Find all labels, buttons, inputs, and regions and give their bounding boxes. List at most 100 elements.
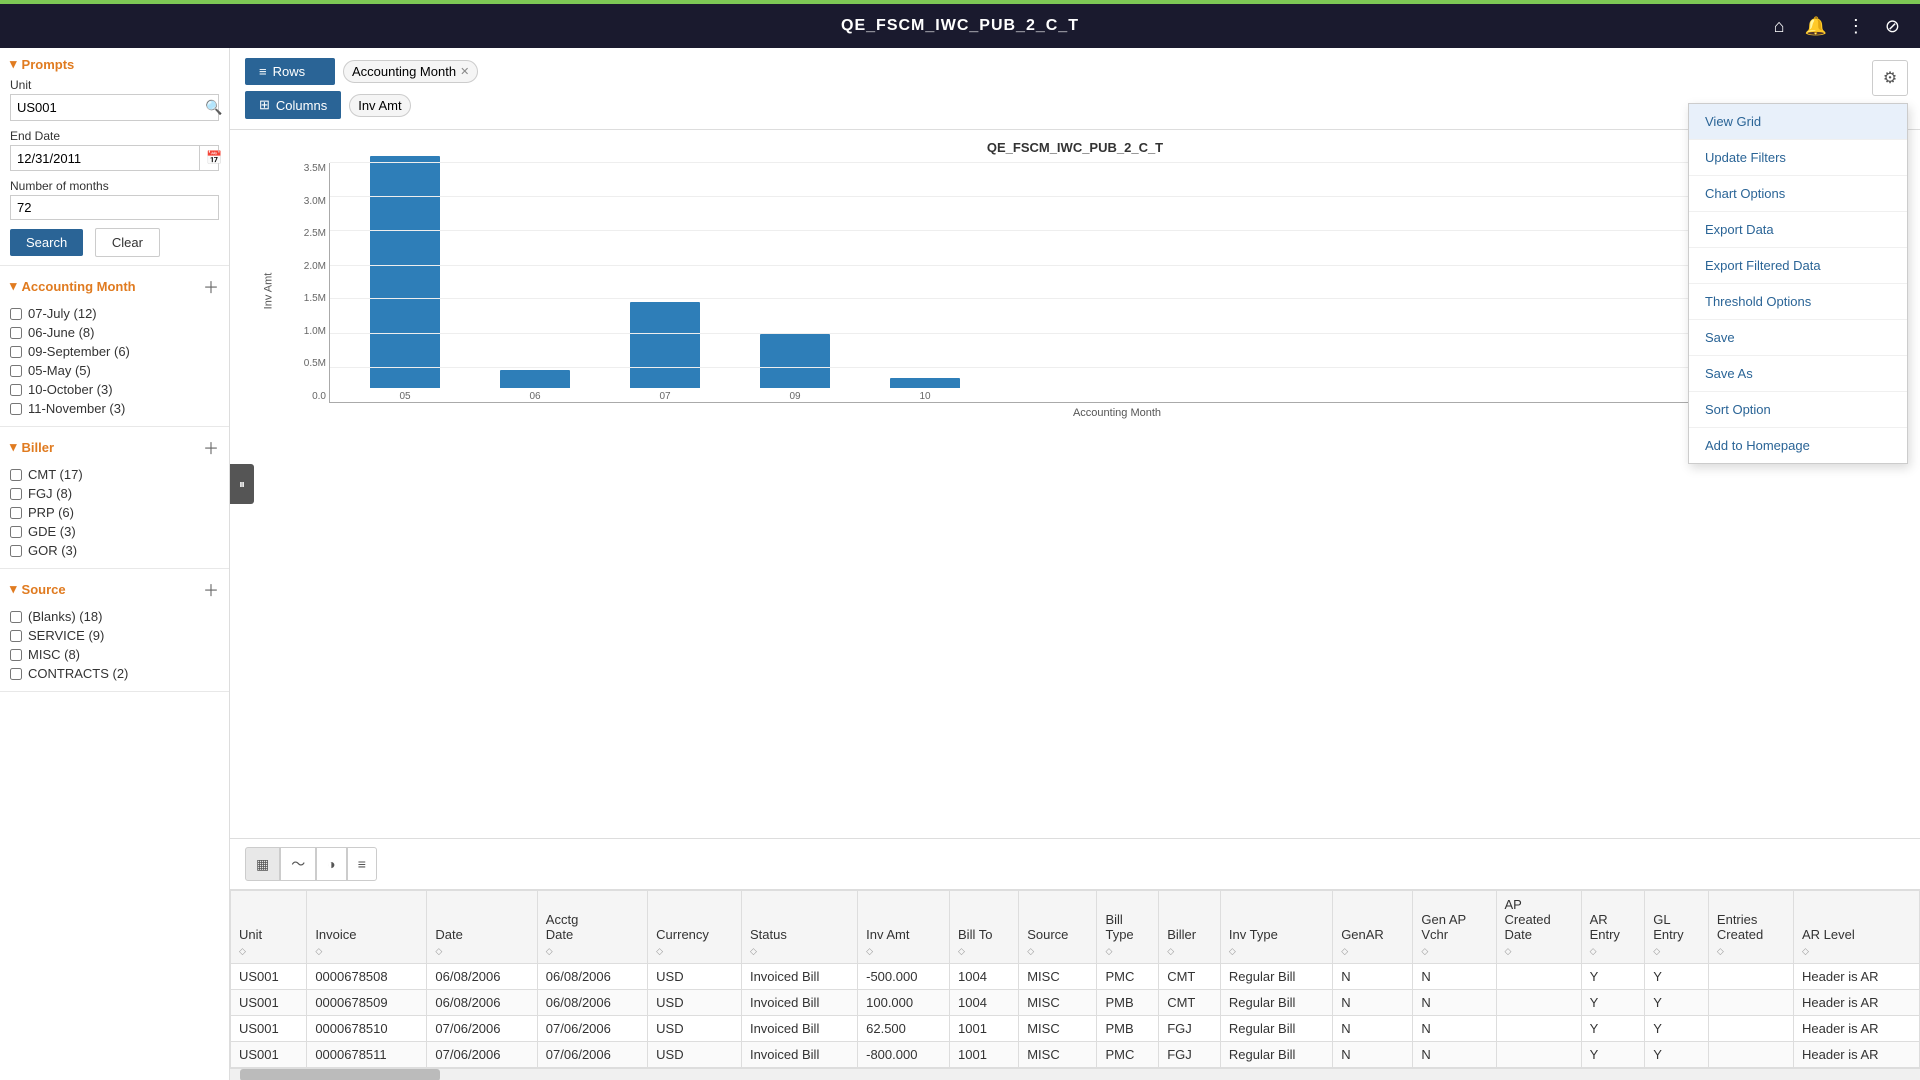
- context-menu-item-save[interactable]: Save: [1689, 320, 1907, 356]
- num-months-input[interactable]: [11, 196, 218, 219]
- bar-group-09: 09: [760, 334, 830, 402]
- accounting-month-checkbox-1[interactable]: [10, 327, 22, 339]
- source-add-icon[interactable]: ＋: [203, 577, 219, 601]
- context-menu-item-sort-option[interactable]: Sort Option: [1689, 392, 1907, 428]
- context-menu-item-update-filters[interactable]: Update Filters: [1689, 140, 1907, 176]
- biller-title[interactable]: ▾ Biller: [10, 439, 54, 455]
- context-menu-item-save-as[interactable]: Save As: [1689, 356, 1907, 392]
- rows-button[interactable]: ≡ Rows: [245, 58, 335, 85]
- source-checkbox-0[interactable]: [10, 611, 22, 623]
- block-icon[interactable]: ⊘: [1885, 16, 1900, 37]
- col-date[interactable]: Date◇: [427, 891, 537, 964]
- col-currency[interactable]: Currency◇: [648, 891, 742, 964]
- context-menu-item-export-filtered-data[interactable]: Export Filtered Data: [1689, 248, 1907, 284]
- bar-10: [890, 378, 960, 388]
- gear-button[interactable]: ⚙: [1872, 60, 1908, 96]
- cell-acctg-date: 07/06/2006: [537, 1016, 647, 1042]
- source-title[interactable]: ▾ Source: [10, 581, 66, 597]
- cell-gl-entry: Y: [1645, 964, 1709, 990]
- biller-checkbox-4[interactable]: [10, 545, 22, 557]
- biller-checkbox-0[interactable]: [10, 469, 22, 481]
- sidebar-section-source: ▾ Source ＋ (Blanks) (18) SERVICE (9) MIS…: [0, 569, 229, 692]
- col-acctg-date[interactable]: AcctgDate◇: [537, 891, 647, 964]
- source-checkbox-1[interactable]: [10, 630, 22, 642]
- clear-button[interactable]: Clear: [95, 228, 160, 257]
- accounting-month-add-icon[interactable]: ＋: [203, 274, 219, 298]
- pause-button[interactable]: ⏸: [230, 464, 254, 504]
- unit-search-icon[interactable]: 🔍: [199, 95, 228, 120]
- cell-biller: FGJ: [1159, 1042, 1221, 1068]
- accounting-month-checkbox-5[interactable]: [10, 403, 22, 415]
- context-menu-item-threshold-options[interactable]: Threshold Options: [1689, 284, 1907, 320]
- accounting-month-checkbox-0[interactable]: [10, 308, 22, 320]
- accounting-month-checkbox-2[interactable]: [10, 346, 22, 358]
- unit-input[interactable]: [11, 96, 199, 119]
- biller-add-icon[interactable]: ＋: [203, 435, 219, 459]
- scrollbar-thumb[interactable]: [240, 1069, 440, 1080]
- accounting-month-checkbox-4[interactable]: [10, 384, 22, 396]
- col-entries-created[interactable]: EntriesCreated◇: [1708, 891, 1793, 964]
- col-gl-entry[interactable]: GLEntry◇: [1645, 891, 1709, 964]
- more-vert-icon[interactable]: ⋮: [1847, 16, 1865, 37]
- context-menu-item-export-data[interactable]: Export Data: [1689, 212, 1907, 248]
- biller-checkbox-3[interactable]: [10, 526, 22, 538]
- source-checkbox-3[interactable]: [10, 668, 22, 680]
- columns-button[interactable]: ⊞ Columns: [245, 91, 341, 119]
- col-ar-level[interactable]: AR Level◇: [1793, 891, 1919, 964]
- list-item: 09-September (6): [10, 342, 219, 361]
- bar-group-10: 10: [890, 378, 960, 402]
- cell-bill-to: 1001: [950, 1016, 1019, 1042]
- end-date-input[interactable]: [11, 147, 199, 170]
- col-unit[interactable]: Unit◇: [231, 891, 307, 964]
- col-invoice[interactable]: Invoice◇: [307, 891, 427, 964]
- accounting-month-checkbox-3[interactable]: [10, 365, 22, 377]
- context-menu-item-add-to-homepage[interactable]: Add to Homepage: [1689, 428, 1907, 463]
- cell-date: 06/08/2006: [427, 964, 537, 990]
- source-checkbox-2[interactable]: [10, 649, 22, 661]
- col-gen-ap[interactable]: Gen APVchr◇: [1413, 891, 1496, 964]
- bar-chart-button[interactable]: ▦: [245, 847, 280, 881]
- cell-invoice: 0000678511: [307, 1042, 427, 1068]
- rows-tag-close-icon[interactable]: ✕: [460, 65, 469, 78]
- col-inv-amt[interactable]: Inv Amt◇: [858, 891, 950, 964]
- col-ap-created[interactable]: APCreatedDate◇: [1496, 891, 1581, 964]
- col-biller[interactable]: Biller◇: [1159, 891, 1221, 964]
- col-status[interactable]: Status◇: [741, 891, 857, 964]
- cell-ap-created: [1496, 990, 1581, 1016]
- col-ar-entry[interactable]: AREntry◇: [1581, 891, 1645, 964]
- accounting-month-title[interactable]: ▾ Accounting Month: [10, 278, 136, 294]
- y-axis-label: Inv Amt: [262, 273, 274, 310]
- prompts-title[interactable]: ▾ Prompts: [10, 56, 74, 72]
- cell-inv-type: Regular Bill: [1220, 990, 1332, 1016]
- search-button[interactable]: Search: [10, 229, 83, 256]
- table-chart-button[interactable]: ≡: [347, 847, 377, 881]
- table-row: US001 0000678510 07/06/2006 07/06/2006 U…: [231, 1016, 1920, 1042]
- bell-icon[interactable]: 🔔: [1804, 16, 1826, 37]
- chart-bars: 05 06 07 09: [330, 163, 1905, 402]
- context-menu-item-view-grid[interactable]: View Grid: [1689, 104, 1907, 140]
- home-icon[interactable]: ⌂: [1774, 16, 1785, 37]
- biller-checkbox-2[interactable]: [10, 507, 22, 519]
- chart-wrapper: ⏸ QE_FSCM_IWC_PUB_2_C_T Inv Amt 0.0 0.5M…: [230, 130, 1920, 838]
- calendar-icon[interactable]: 📅: [199, 146, 228, 170]
- cell-ar-level: Header is AR: [1793, 964, 1919, 990]
- table-header: Unit◇ Invoice◇ Date◇ AcctgDate◇ Currency…: [231, 891, 1920, 964]
- col-bill-to[interactable]: Bill To◇: [950, 891, 1019, 964]
- horizontal-scrollbar[interactable]: [230, 1068, 1920, 1080]
- app-title: QE_FSCM_IWC_PUB_2_C_T: [841, 17, 1079, 35]
- col-inv-type[interactable]: Inv Type◇: [1220, 891, 1332, 964]
- line-chart-button[interactable]: 〜: [280, 847, 316, 881]
- list-item: FGJ (8): [10, 484, 219, 503]
- accounting-month-header: ▾ Accounting Month ＋: [10, 274, 219, 298]
- cell-currency: USD: [648, 990, 742, 1016]
- pie-chart-button[interactable]: ◑: [316, 847, 346, 881]
- biller-checkbox-1[interactable]: [10, 488, 22, 500]
- unit-field-group: Unit 🔍: [10, 78, 219, 121]
- col-gen-ar[interactable]: GenAR◇: [1333, 891, 1413, 964]
- y-label: 1.0M: [282, 326, 326, 337]
- list-item: 05-May (5): [10, 361, 219, 380]
- col-source[interactable]: Source◇: [1019, 891, 1097, 964]
- accounting-month-items: 07-July (12) 06-June (8) 09-September (6…: [10, 304, 219, 418]
- col-bill-type[interactable]: BillType◇: [1097, 891, 1159, 964]
- context-menu-item-chart-options[interactable]: Chart Options: [1689, 176, 1907, 212]
